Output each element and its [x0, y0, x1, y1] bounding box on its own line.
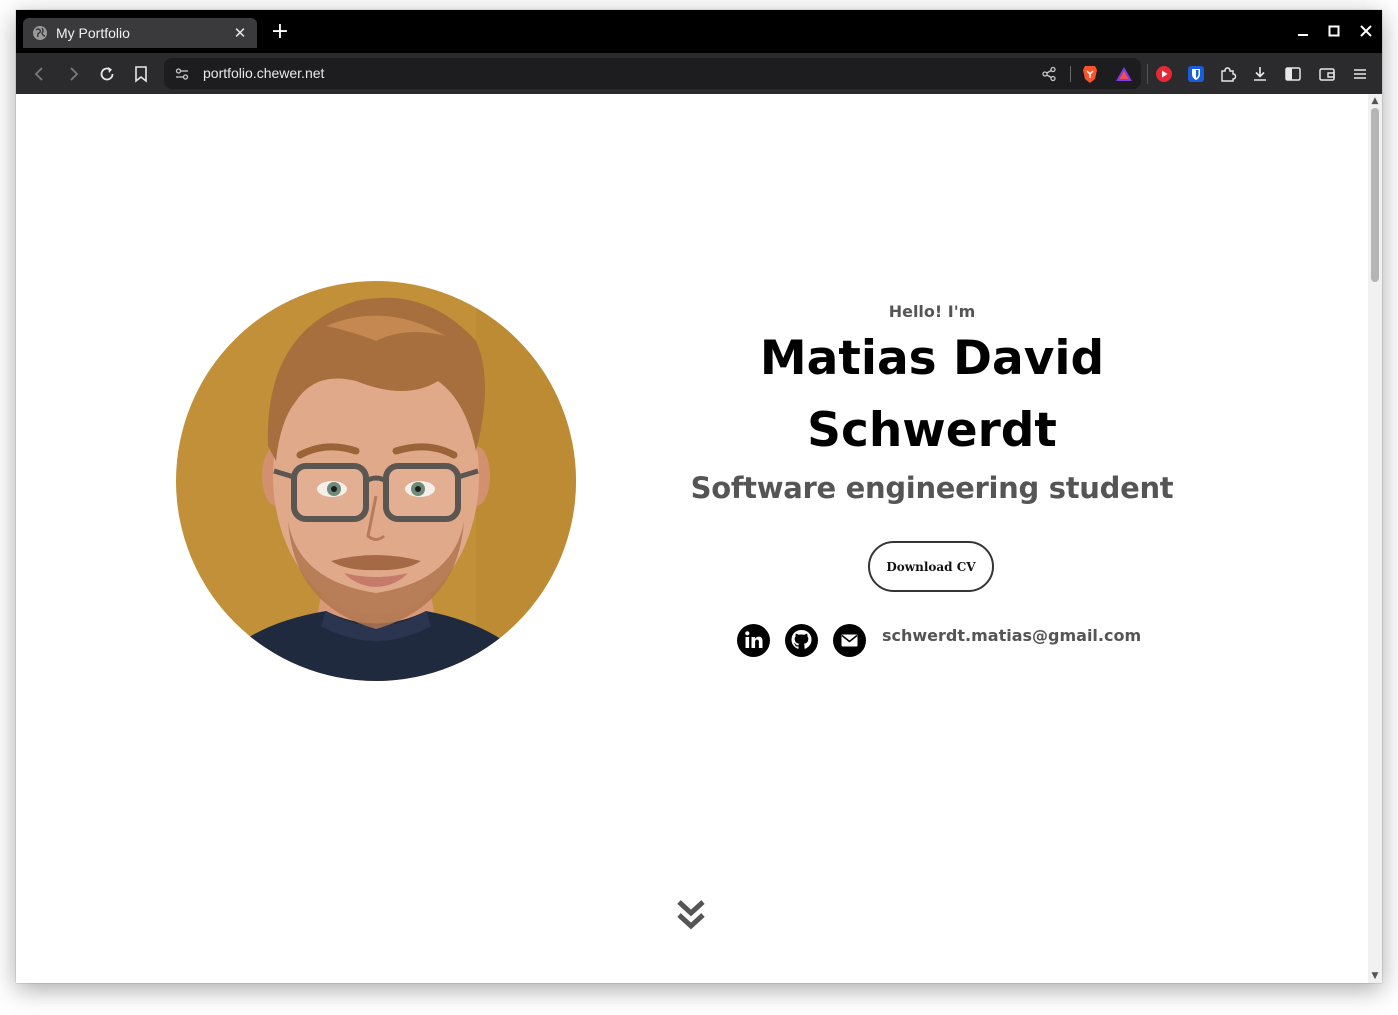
- new-tab-button[interactable]: +: [268, 21, 292, 45]
- address-bar[interactable]: portfolio.chewer.net: [164, 58, 1141, 89]
- back-icon[interactable]: [29, 63, 51, 85]
- url-text: portfolio.chewer.net: [203, 65, 325, 81]
- wallet-icon[interactable]: [1316, 63, 1338, 85]
- minimize-icon[interactable]: [1294, 22, 1312, 40]
- bookmark-icon[interactable]: [130, 63, 152, 85]
- linkedin-icon[interactable]: [737, 624, 770, 657]
- tab-strip: My Portfolio ✕ +: [16, 10, 1382, 53]
- page-content: Hello! I'm Matias David Schwerdt Softwar…: [16, 94, 1382, 983]
- toolbar-separator: [1147, 64, 1148, 84]
- browser-window: My Portfolio ✕ + portfolio.chewer.net He…: [16, 10, 1382, 983]
- scroll-down-arrow-icon[interactable]: ▼: [1370, 972, 1380, 981]
- role-subtitle: Software engineering student: [690, 471, 1174, 505]
- brave-shields-icon[interactable]: [1081, 64, 1099, 88]
- mail-icon[interactable]: [833, 624, 866, 657]
- forward-icon[interactable]: [62, 63, 84, 85]
- site-settings-icon[interactable]: [174, 66, 190, 86]
- intro-block: Hello! I'm Matias David Schwerdt Softwar…: [676, 294, 1188, 505]
- scrollbar[interactable]: ▲ ▼: [1368, 94, 1382, 983]
- scrollbar-thumb[interactable]: [1371, 108, 1379, 282]
- profile-photo: [176, 281, 576, 681]
- brave-rewards-icon[interactable]: [1115, 65, 1133, 87]
- url-divider: [1070, 66, 1071, 82]
- globe-icon: [32, 25, 48, 41]
- tab-title: My Portfolio: [56, 25, 130, 41]
- extensions-icon[interactable]: [1217, 63, 1239, 85]
- menu-icon[interactable]: [1349, 63, 1371, 85]
- bitwarden-icon[interactable]: [1185, 63, 1207, 85]
- reload-icon[interactable]: [96, 63, 118, 85]
- name-first-line: Matias David: [759, 331, 1105, 386]
- downloads-icon[interactable]: [1249, 63, 1271, 85]
- scroll-up-arrow-icon[interactable]: ▲: [1370, 97, 1380, 106]
- email-link[interactable]: schwerdt.matias@gmail.com: [882, 626, 1141, 645]
- scroll-down-icon[interactable]: [676, 897, 706, 933]
- maximize-icon[interactable]: [1325, 22, 1343, 40]
- download-cv-button[interactable]: Download CV: [868, 541, 994, 592]
- full-name: Matias David Schwerdt: [676, 323, 1188, 467]
- tab-my-portfolio[interactable]: My Portfolio ✕: [23, 18, 257, 48]
- youtube-extension-icon[interactable]: [1153, 63, 1175, 85]
- name-second-line: Schwerdt: [807, 403, 1057, 458]
- sidebar-icon[interactable]: [1282, 63, 1304, 85]
- github-icon[interactable]: [785, 624, 818, 657]
- browser-toolbar: portfolio.chewer.net: [16, 53, 1382, 94]
- close-window-icon[interactable]: [1357, 22, 1375, 40]
- share-icon[interactable]: [1041, 66, 1057, 86]
- greeting-text: Hello! I'm: [888, 302, 976, 321]
- tab-close-icon[interactable]: ✕: [231, 24, 249, 42]
